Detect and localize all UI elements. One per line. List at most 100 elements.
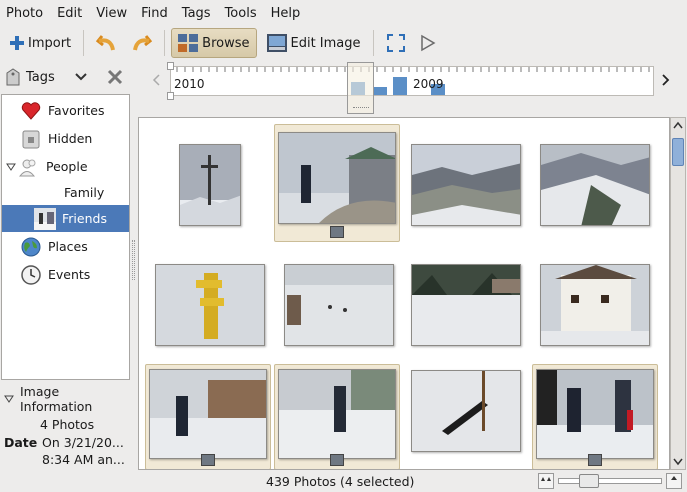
heart-icon	[20, 100, 42, 122]
menu-find[interactable]: Find	[141, 6, 168, 21]
menu-view[interactable]: View	[96, 6, 127, 21]
date-value: On 3/21/20... 8:34 AM an...	[42, 435, 125, 467]
timeline-left-handle-bottom[interactable]	[167, 92, 174, 100]
zoom-slider-track[interactable]	[558, 474, 662, 488]
sidebar-item-label: Family	[64, 185, 105, 200]
date-value-line2: 8:34 AM an...	[42, 452, 125, 467]
lock-icon	[20, 128, 42, 150]
rotate-left-button[interactable]	[90, 28, 124, 58]
friends-photo-icon	[34, 207, 56, 230]
chevron-left-icon[interactable]	[152, 74, 160, 86]
photo-thumbnail[interactable]	[411, 144, 521, 226]
sidebar-item-favorites[interactable]: Favorites	[2, 97, 129, 124]
timeline-left-handle[interactable]	[167, 62, 174, 70]
status-text: 439 Photos (4 selected)	[266, 474, 415, 489]
timeline-window-grip	[353, 107, 369, 109]
photo-cell[interactable]	[145, 364, 271, 469]
import-button[interactable]: Import	[4, 28, 77, 58]
chevron-right-icon[interactable]	[662, 74, 670, 86]
zoom-slider-handle[interactable]	[579, 474, 599, 488]
sidebar-item-people[interactable]: People	[2, 153, 129, 180]
browse-icon	[178, 34, 199, 52]
photo-cell[interactable]	[532, 126, 658, 244]
photo-thumbnail[interactable]	[278, 132, 396, 224]
photo-cell[interactable]	[532, 364, 658, 469]
image-info-panel: Image Information 4 Photos Date On 3/21/…	[4, 384, 132, 467]
rotate-right-icon	[130, 32, 153, 54]
scrollbar-thumb[interactable]	[672, 138, 684, 166]
timeline-selection-window[interactable]	[347, 62, 374, 114]
menu-help[interactable]: Help	[271, 6, 301, 21]
fullscreen-button[interactable]	[380, 28, 412, 58]
sidebar-item-hidden[interactable]: Hidden	[2, 125, 129, 152]
photo-thumbnail[interactable]	[540, 144, 650, 226]
photo-thumbnail[interactable]	[540, 264, 650, 346]
sidebar-item-events[interactable]: Events	[2, 261, 129, 288]
tag-badge	[201, 454, 215, 466]
photo-cell[interactable]	[147, 126, 273, 244]
zoom-control	[538, 472, 684, 490]
date-value-line1: On 3/21/20...	[42, 435, 124, 450]
sidebar-item-label: People	[46, 159, 88, 174]
edit-image-label: Edit Image	[290, 35, 361, 51]
menu-tools[interactable]: Tools	[225, 6, 257, 21]
timeline-year-left: 2010	[174, 77, 205, 91]
photo-thumbnail[interactable]	[411, 370, 521, 452]
timeline-bar[interactable]	[393, 77, 407, 95]
sidebar-item-friends[interactable]: Friends	[2, 205, 129, 232]
slideshow-button[interactable]	[412, 28, 442, 58]
scroll-down-icon[interactable]	[673, 458, 683, 466]
photo-thumbnail[interactable]	[278, 369, 396, 459]
people-icon	[18, 156, 40, 178]
image-info-header[interactable]: Image Information	[4, 384, 132, 414]
clock-icon	[20, 264, 42, 286]
close-icon[interactable]	[107, 69, 123, 85]
photo-cell[interactable]	[532, 246, 658, 364]
pane-splitter[interactable]	[132, 240, 135, 280]
photo-cell[interactable]	[403, 364, 529, 469]
vertical-scrollbar[interactable]	[670, 117, 686, 470]
photo-cell[interactable]	[147, 246, 273, 364]
sidebar-item-family[interactable]: Family	[2, 179, 129, 206]
photo-thumbnail[interactable]	[536, 369, 654, 459]
browse-label: Browse	[202, 35, 250, 51]
photo-thumbnail[interactable]	[155, 264, 265, 346]
photo-cell[interactable]	[274, 124, 400, 242]
chevron-down-icon[interactable]	[75, 73, 87, 81]
menu-edit[interactable]: Edit	[57, 6, 82, 21]
timeline[interactable]: 2010 2009	[148, 62, 684, 114]
menu-photo[interactable]: Photo	[6, 6, 43, 21]
zoom-in-icon[interactable]	[666, 473, 682, 489]
rotate-left-icon	[96, 32, 118, 54]
photo-cell[interactable]	[403, 246, 529, 364]
tags-header: Tags	[0, 62, 134, 92]
photo-thumbnail[interactable]	[179, 144, 241, 226]
timeline-bar[interactable]	[373, 87, 387, 95]
photo-thumbnail[interactable]	[284, 264, 394, 346]
browse-button[interactable]: Browse	[171, 28, 257, 58]
sidebar-item-label: Friends	[62, 211, 107, 226]
photo-cell[interactable]	[276, 246, 402, 364]
scroll-up-icon[interactable]	[673, 121, 683, 129]
photo-cell[interactable]	[274, 364, 400, 469]
photo-thumbnail[interactable]	[411, 264, 521, 346]
photo-count: 4 Photos	[40, 417, 95, 432]
photo-cell[interactable]	[403, 126, 529, 244]
rotate-right-button[interactable]	[124, 28, 158, 58]
zoom-out-icon[interactable]	[538, 473, 554, 489]
edit-image-button[interactable]: Edit Image	[261, 28, 367, 58]
photo-thumbnail[interactable]	[149, 369, 267, 459]
sidebar-item-label: Favorites	[48, 103, 105, 118]
tag-icon	[6, 68, 20, 86]
timeline-ruler[interactable]: 2010 2009	[170, 66, 654, 96]
date-row: Date On 3/21/20... 8:34 AM an...	[4, 435, 132, 467]
photo-grid[interactable]	[138, 117, 670, 470]
menu-tags[interactable]: Tags	[182, 6, 211, 21]
fullscreen-icon	[386, 33, 406, 53]
expander-icon[interactable]	[4, 395, 14, 403]
tag-badge	[330, 454, 344, 466]
sidebar-item-places[interactable]: Places	[2, 233, 129, 260]
expander-icon[interactable]	[4, 163, 18, 171]
toolbar-separator	[372, 30, 374, 56]
toolbar-separator	[83, 30, 85, 56]
